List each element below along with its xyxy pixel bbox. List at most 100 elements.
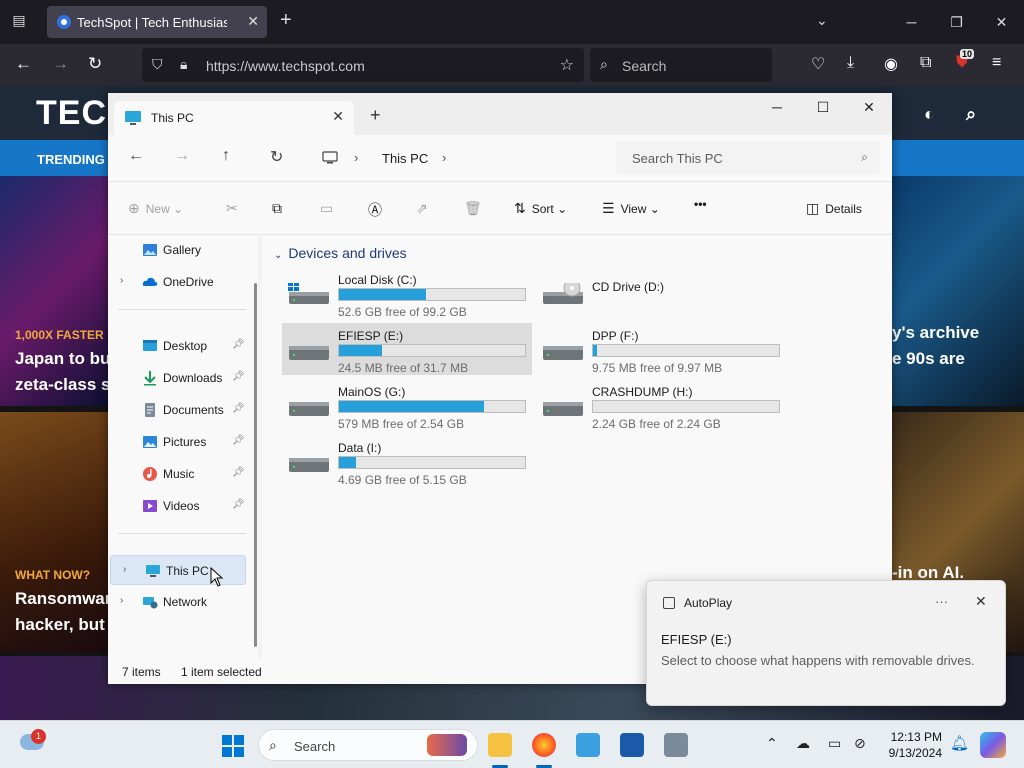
sidebar-item-videos[interactable]: Videos 📌︎: [108, 491, 248, 521]
new-tab-icon[interactable]: +: [370, 105, 381, 126]
back-icon[interactable]: ←: [15, 54, 32, 74]
up-icon[interactable]: ↑: [222, 147, 230, 165]
drive-item[interactable]: CD Drive (D:): [536, 267, 786, 319]
bell-icon[interactable]: 🔔︎: [950, 734, 969, 752]
expand-arrow-icon[interactable]: ›: [123, 564, 126, 575]
article-tile[interactable]: y's archive e 90s are: [892, 176, 1024, 406]
url-text[interactable]: https://www.techspot.com: [206, 58, 365, 74]
pin-icon[interactable]: 📌︎: [232, 467, 245, 478]
delete-button[interactable]: 🗑︎: [464, 200, 488, 217]
tab-list-icon[interactable]: ▤: [8, 12, 30, 32]
new-button[interactable]: ⊕ New ⌄: [128, 200, 183, 217]
restore-icon[interactable]: ❐: [934, 0, 979, 44]
store-taskbar-icon[interactable]: [620, 733, 644, 757]
sidebar-item-music[interactable]: Music 📌︎: [108, 459, 248, 489]
downloads-icon[interactable]: ⤓: [847, 54, 854, 72]
drive-item[interactable]: Local Disk (C:) 52.6 GB free of 99.2 GB: [282, 267, 532, 319]
theme-toggle-icon[interactable]: ◐: [924, 104, 935, 125]
pin-icon[interactable]: 📌︎: [232, 339, 245, 350]
drive-item[interactable]: MainOS (G:) 579 MB free of 2.54 GB: [282, 379, 532, 431]
sidebar-item-network[interactable]: › Network: [108, 587, 248, 617]
chevron-right-icon[interactable]: ›: [442, 150, 446, 165]
pin-icon[interactable]: 📌︎: [232, 499, 245, 510]
close-window-icon[interactable]: ✕: [979, 0, 1024, 44]
navigation-scrollbar[interactable]: [254, 283, 257, 647]
minimize-icon[interactable]: ─: [889, 0, 934, 44]
trending-link[interactable]: TRENDING: [37, 152, 105, 167]
chevron-down-icon[interactable]: ⌄: [816, 12, 828, 29]
reload-icon[interactable]: ↻: [88, 54, 102, 74]
refresh-icon[interactable]: ↻: [270, 147, 283, 167]
forward-icon[interactable]: →: [174, 147, 190, 165]
more-options-button[interactable]: •••: [694, 197, 707, 211]
bookmark-star-icon[interactable]: ☆: [560, 55, 574, 75]
drive-item[interactable]: CRASHDUMP (H:) 2.24 GB free of 2.24 GB: [536, 379, 786, 431]
expand-arrow-icon[interactable]: ›: [120, 275, 123, 286]
display-icon[interactable]: ▭: [828, 735, 841, 752]
remote-desktop-taskbar-icon[interactable]: [664, 733, 688, 757]
account-icon[interactable]: ◉: [884, 54, 898, 74]
firefox-taskbar-icon[interactable]: [532, 733, 556, 768]
pin-icon[interactable]: 📌︎: [232, 371, 245, 382]
pocket-icon[interactable]: ♡: [811, 54, 825, 74]
sidebar-item-this-pc[interactable]: › This PC: [110, 555, 246, 585]
notification-more-button[interactable]: ···: [935, 594, 948, 609]
network-status-icon[interactable]: ⊘: [854, 735, 866, 752]
control-panel-taskbar-icon[interactable]: [576, 733, 600, 757]
lock-icon[interactable]: 🔒︎: [180, 56, 187, 73]
site-search-icon[interactable]: ⌕: [966, 104, 976, 125]
article-tile[interactable]: WHAT NOW? Ransomwar hacker, but c: [0, 412, 110, 652]
menu-icon[interactable]: ≡: [992, 54, 1001, 72]
close-icon[interactable]: ✕: [975, 593, 987, 610]
rename-button[interactable]: Ⓐ: [368, 200, 388, 220]
paste-button[interactable]: ▭: [320, 200, 339, 217]
extensions-icon[interactable]: ⧉: [920, 54, 931, 72]
expand-arrow-icon[interactable]: ›: [120, 595, 123, 606]
shield-icon[interactable]: ⛉: [152, 56, 163, 73]
minimize-icon[interactable]: ─: [754, 93, 800, 123]
pin-icon[interactable]: 📌︎: [232, 403, 245, 414]
group-header[interactable]: ⌄ Devices and drives: [274, 245, 407, 261]
breadcrumb[interactable]: › This PC ›: [312, 141, 608, 175]
drive-item[interactable]: DPP (F:) 9.75 MB free of 9.97 MB: [536, 323, 786, 375]
sidebar-item-desktop[interactable]: Desktop 📌︎: [108, 331, 248, 361]
sidebar-item-pictures[interactable]: Pictures 📌︎: [108, 427, 248, 457]
share-button[interactable]: ⇗: [416, 200, 434, 217]
clock[interactable]: 12:13 PM 9/13/2024: [886, 729, 942, 761]
search-input[interactable]: Search This PC ⌕: [616, 141, 880, 175]
article-tile[interactable]: 1,000X FASTER Japan to bu zeta-class s: [0, 176, 110, 406]
copy-button[interactable]: ⧉: [272, 200, 288, 217]
chevron-up-icon[interactable]: ⌃: [766, 735, 778, 752]
maximize-icon[interactable]: ☐: [800, 93, 846, 123]
sort-button[interactable]: ⇅ Sort ⌄: [514, 200, 567, 217]
browser-tab[interactable]: TechSpot | Tech Enthusiasts, Power Users…: [47, 6, 267, 38]
copilot-icon[interactable]: [980, 732, 1006, 758]
close-tab-icon[interactable]: ✕: [332, 108, 344, 125]
chevron-down-icon[interactable]: ⌄: [274, 250, 282, 261]
url-bar[interactable]: ⛉ 🔒︎ https://www.techspot.com ☆: [142, 48, 584, 82]
cut-button[interactable]: ✂: [226, 200, 244, 217]
sidebar-item-onedrive[interactable]: › OneDrive: [108, 267, 248, 297]
start-button[interactable]: [222, 735, 244, 757]
forward-icon[interactable]: →: [52, 54, 69, 74]
drive-item[interactable]: EFIESP (E:) 24.5 MB free of 31.7 MB: [282, 323, 532, 375]
breadcrumb-this-pc[interactable]: This PC: [382, 151, 428, 166]
chevron-right-icon[interactable]: ›: [354, 150, 358, 165]
details-button[interactable]: ◫ Details: [806, 200, 862, 217]
onedrive-offline-icon[interactable]: ☁: [796, 735, 810, 752]
file-explorer-taskbar-icon[interactable]: [488, 733, 512, 768]
taskbar-search[interactable]: ⌕ Search: [258, 729, 478, 761]
browser-search-bar[interactable]: ⌕ Search: [590, 48, 772, 82]
autoplay-notification[interactable]: AutoPlay ··· ✕ EFIESP (E:) Select to cho…: [646, 580, 1006, 706]
sidebar-item-downloads[interactable]: Downloads 📌︎: [108, 363, 248, 393]
site-logo[interactable]: TEC: [36, 94, 107, 133]
explorer-tab[interactable]: This PC ✕: [114, 101, 354, 135]
close-tab-icon[interactable]: ✕: [247, 13, 259, 30]
drive-item[interactable]: Data (I:) 4.69 GB free of 5.15 GB: [282, 435, 532, 487]
pin-icon[interactable]: 📌︎: [232, 435, 245, 446]
close-window-icon[interactable]: ✕: [846, 93, 892, 123]
sidebar-item-documents[interactable]: Documents 📌︎: [108, 395, 248, 425]
view-button[interactable]: ☰ View ⌄: [602, 200, 660, 217]
sidebar-item-gallery[interactable]: Gallery: [108, 235, 248, 265]
new-tab-icon[interactable]: +: [280, 9, 292, 32]
